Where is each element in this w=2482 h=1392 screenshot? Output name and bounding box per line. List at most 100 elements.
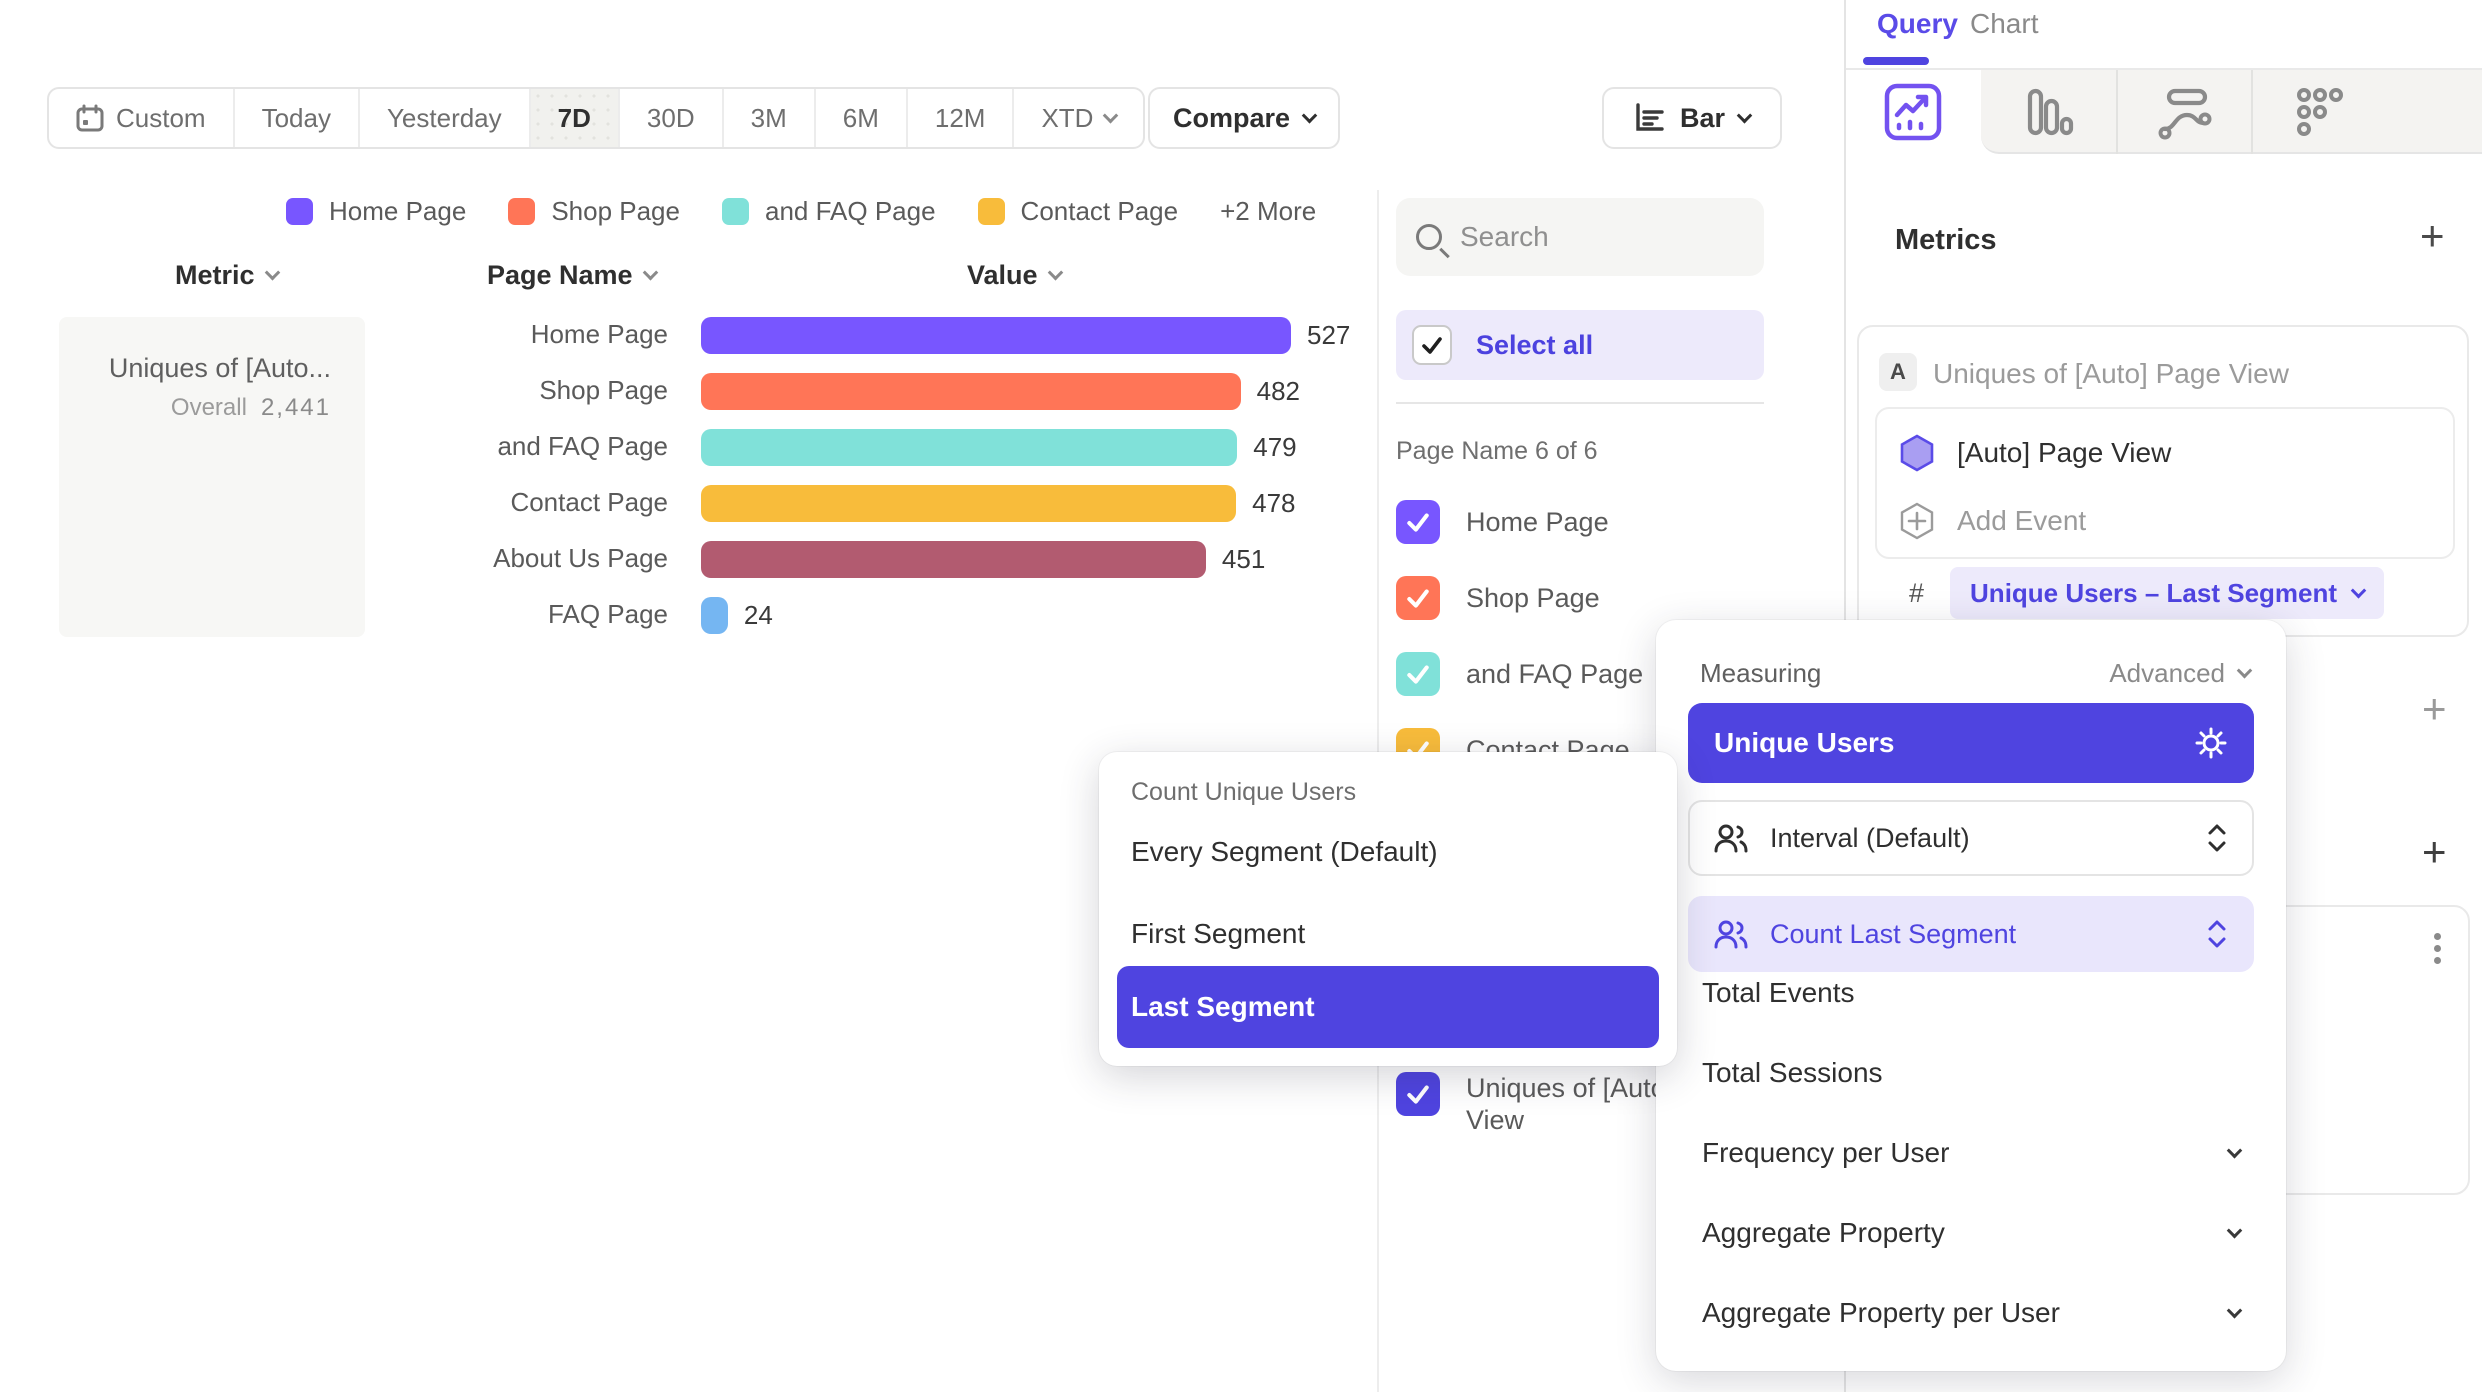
- metric-card[interactable]: A Uniques of [Auto] Page View [Auto] Pag…: [1857, 325, 2469, 637]
- column-header-metric[interactable]: Metric: [175, 260, 278, 291]
- range-3m[interactable]: 3M: [724, 89, 816, 147]
- chevron-down-icon: [2227, 1142, 2243, 1158]
- table-row: Shop Page 482: [0, 371, 1370, 411]
- segment-count-menu: Count Unique Users Every Segment (Defaul…: [1099, 752, 1677, 1066]
- table-row: About Us Page 451: [0, 539, 1370, 579]
- checkbox[interactable]: [1396, 1072, 1440, 1116]
- add-metric-button[interactable]: +: [2420, 215, 2445, 257]
- event-row[interactable]: [Auto] Page View: [1899, 433, 2171, 473]
- bar-shop-page[interactable]: [701, 373, 1241, 410]
- option-aggregate-property-per-user[interactable]: Aggregate Property per User: [1688, 1284, 2254, 1342]
- checkmark-icon: [1405, 585, 1431, 611]
- legend-item[interactable]: Contact Page: [978, 196, 1179, 227]
- option-every-segment[interactable]: Every Segment (Default): [1131, 836, 1438, 868]
- option-total-sessions[interactable]: Total Sessions: [1688, 1044, 2254, 1102]
- bar-faq-page[interactable]: [701, 597, 728, 634]
- select-all-row[interactable]: Select all: [1396, 310, 1764, 380]
- bar-home-page[interactable]: [701, 317, 1291, 354]
- segment-menu-header: Count Unique Users: [1131, 778, 1356, 807]
- checkmark-icon: [1405, 509, 1431, 535]
- range-12m[interactable]: 12M: [908, 89, 1015, 147]
- select-all-checkbox[interactable]: [1412, 325, 1452, 365]
- checkbox[interactable]: [1396, 576, 1440, 620]
- report-tab-retention[interactable]: [2251, 70, 2386, 154]
- stepper-interval-default[interactable]: Interval (Default): [1688, 800, 2254, 876]
- add-event-row[interactable]: Add Event: [1899, 501, 2086, 541]
- stepper-arrows-icon: [2206, 823, 2228, 853]
- option-frequency-per-user[interactable]: Frequency per User: [1688, 1124, 2254, 1182]
- flows-icon: [2155, 83, 2213, 141]
- measurement-pill[interactable]: Unique Users – Last Segment: [1950, 567, 2384, 619]
- bar-contact-page[interactable]: [701, 485, 1236, 522]
- legend-item[interactable]: Home Page: [286, 196, 466, 227]
- bar-and-faq-page[interactable]: [701, 429, 1237, 466]
- event-hexagon-icon: [1899, 433, 1935, 473]
- date-range-group: Custom Today Yesterday 7D 30D 3M 6M 12M …: [47, 87, 1145, 149]
- retention-icon: [2290, 83, 2348, 141]
- legend-swatch: [722, 198, 749, 225]
- option-first-segment[interactable]: First Segment: [1131, 918, 1305, 950]
- divider: [1396, 402, 1764, 404]
- row-label: Contact Page: [380, 487, 668, 518]
- bar-about-us-page[interactable]: [701, 541, 1206, 578]
- chevron-down-icon: [2227, 1222, 2243, 1238]
- chevron-down-icon: [2227, 1302, 2243, 1318]
- option-last-segment-selected[interactable]: Last Segment: [1117, 966, 1659, 1048]
- range-custom[interactable]: Custom: [49, 89, 235, 147]
- column-header-page-name[interactable]: Page Name: [487, 260, 656, 291]
- report-tab-flows[interactable]: [2116, 70, 2251, 154]
- table-row: and FAQ Page 479: [0, 427, 1370, 467]
- checkbox[interactable]: [1396, 652, 1440, 696]
- legend-item[interactable]: and FAQ Page: [722, 196, 936, 227]
- chart-legend: Home Page Shop Page and FAQ Page Contact…: [286, 196, 1316, 227]
- range-yesterday[interactable]: Yesterday: [360, 89, 531, 147]
- metric-letter-badge: A: [1879, 353, 1917, 391]
- checkmark-icon: [1405, 661, 1431, 687]
- option-aggregate-property[interactable]: Aggregate Property: [1688, 1204, 2254, 1262]
- checkbox-row-home-page[interactable]: Home Page: [1396, 492, 1764, 552]
- range-label: Custom: [116, 103, 206, 134]
- chevron-down-icon: [2237, 663, 2253, 679]
- add-breakdown-button[interactable]: +: [2422, 831, 2447, 873]
- chevron-down-icon: [264, 265, 280, 281]
- tab-query[interactable]: Query: [1877, 8, 1958, 40]
- measuring-header: Measuring: [1700, 658, 1821, 689]
- column-header-value[interactable]: Value: [967, 260, 1061, 291]
- compare-button[interactable]: Compare: [1148, 87, 1340, 149]
- metric-cell[interactable]: Uniques of [Auto... Overall2,441: [59, 317, 365, 637]
- option-unique-users-selected[interactable]: Unique Users: [1688, 703, 2254, 783]
- checkbox-row-shop-page[interactable]: Shop Page: [1396, 568, 1764, 628]
- calendar-icon: [76, 104, 104, 132]
- users-icon: [1714, 919, 1748, 949]
- option-total-events[interactable]: Total Events: [1688, 964, 2254, 1022]
- search-input[interactable]: [1460, 221, 1710, 253]
- search-box[interactable]: [1396, 198, 1764, 276]
- legend-swatch: [978, 198, 1005, 225]
- report-tab-insights[interactable]: [1845, 70, 1980, 154]
- range-30d[interactable]: 30D: [620, 89, 724, 147]
- tab-chart[interactable]: Chart: [1970, 8, 2038, 40]
- advanced-toggle[interactable]: Advanced: [2109, 658, 2250, 689]
- checkbox[interactable]: [1396, 500, 1440, 544]
- bar-value: 24: [744, 600, 773, 631]
- range-6m[interactable]: 6M: [816, 89, 908, 147]
- legend-more-link[interactable]: +2 More: [1220, 196, 1316, 227]
- stepper-arrows-icon: [2206, 919, 2228, 949]
- report-tab-funnels[interactable]: [1981, 70, 2116, 154]
- add-filter-button[interactable]: +: [2422, 688, 2447, 730]
- kebab-menu-icon[interactable]: [2434, 928, 2441, 969]
- table-row: Home Page 527: [0, 315, 1370, 355]
- legend-item[interactable]: Shop Page: [508, 196, 680, 227]
- range-xtd[interactable]: XTD: [1014, 89, 1143, 147]
- legend-swatch: [508, 198, 535, 225]
- table-row: Contact Page 478: [0, 483, 1370, 523]
- stepper-count-last-segment[interactable]: Count Last Segment: [1688, 896, 2254, 972]
- checkmark-icon: [1420, 333, 1444, 357]
- chevron-down-icon: [2351, 582, 2367, 598]
- chevron-down-icon: [1737, 107, 1753, 123]
- range-today[interactable]: Today: [235, 89, 360, 147]
- range-7d-selected[interactable]: 7D: [531, 89, 620, 147]
- chart-type-button[interactable]: Bar: [1602, 87, 1782, 149]
- checkmark-icon: [1405, 1081, 1431, 1107]
- search-icon: [1416, 224, 1442, 250]
